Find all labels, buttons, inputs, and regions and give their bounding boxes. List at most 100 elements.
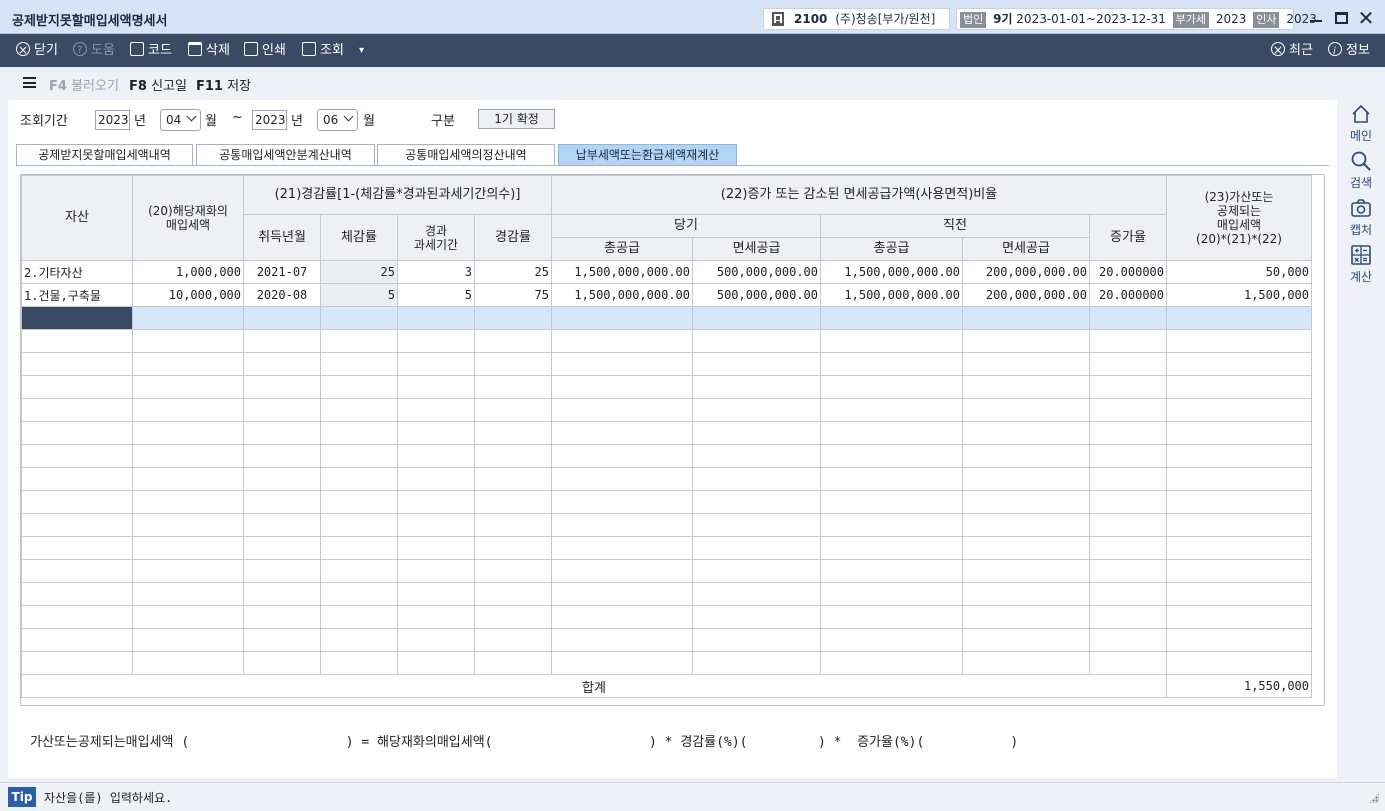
empty-cell[interactable] xyxy=(243,536,321,560)
cell-cur-exempt[interactable]: 500,000,000.00 xyxy=(692,283,821,307)
selected-empty-row[interactable] xyxy=(21,306,1312,330)
help-button[interactable]: 도움 xyxy=(73,34,115,67)
tab-recalculation[interactable]: 납부세액또는환급세액재계산 xyxy=(558,144,737,166)
empty-cell[interactable] xyxy=(243,559,321,583)
empty-cell[interactable] xyxy=(692,605,821,629)
empty-cell[interactable] xyxy=(21,421,133,445)
table-row[interactable]: 1.건물,구축물 10,000,000 2020-08 5 5 75 1,500,000,0… xyxy=(21,283,1312,307)
empty-cell[interactable] xyxy=(1166,513,1312,537)
empty-cell[interactable] xyxy=(21,306,133,330)
empty-cell[interactable] xyxy=(551,398,693,422)
empty-cell[interactable] xyxy=(320,467,398,491)
empty-cell[interactable] xyxy=(397,582,475,606)
empty-cell[interactable] xyxy=(820,329,963,353)
cell-prev-exempt[interactable]: 200,000,000.00 xyxy=(962,283,1090,307)
empty-cell[interactable] xyxy=(397,651,475,675)
empty-cell[interactable] xyxy=(243,352,321,376)
empty-cell[interactable] xyxy=(551,421,693,445)
empty-row[interactable] xyxy=(21,651,1312,675)
cell-increase-rate[interactable]: 20.000000 xyxy=(1089,283,1167,307)
empty-cell[interactable] xyxy=(551,352,693,376)
sidebar-home[interactable]: 메인 xyxy=(1337,103,1385,144)
empty-cell[interactable] xyxy=(320,398,398,422)
more-dropdown[interactable]: ▾ xyxy=(359,34,364,67)
empty-cell[interactable] xyxy=(1089,651,1167,675)
empty-cell[interactable] xyxy=(1166,582,1312,606)
empty-cell[interactable] xyxy=(132,398,244,422)
empty-cell[interactable] xyxy=(243,628,321,652)
empty-cell[interactable] xyxy=(320,536,398,560)
from-month-select[interactable]: 04 xyxy=(160,109,201,131)
empty-cell[interactable] xyxy=(820,651,963,675)
empty-cell[interactable] xyxy=(551,651,693,675)
empty-cell[interactable] xyxy=(474,536,552,560)
cell-purchase-tax[interactable]: 10,000,000 xyxy=(132,283,244,307)
empty-cell[interactable] xyxy=(820,628,963,652)
empty-cell[interactable] xyxy=(132,352,244,376)
tab-common-settlement[interactable]: 공통매입세액의정산내역 xyxy=(377,144,555,166)
empty-cell[interactable] xyxy=(1089,398,1167,422)
empty-cell[interactable] xyxy=(243,467,321,491)
empty-cell[interactable] xyxy=(962,421,1090,445)
empty-cell[interactable] xyxy=(397,559,475,583)
empty-row[interactable] xyxy=(21,559,1312,583)
empty-cell[interactable] xyxy=(132,605,244,629)
empty-cell[interactable] xyxy=(397,444,475,468)
empty-cell[interactable] xyxy=(1089,628,1167,652)
f8-report-date-button[interactable]: F8 신고일 xyxy=(129,75,187,94)
cell-purchase-tax[interactable]: 1,000,000 xyxy=(132,260,244,284)
empty-row[interactable] xyxy=(21,421,1312,445)
info-button[interactable]: i 정보 xyxy=(1328,34,1370,67)
empty-cell[interactable] xyxy=(474,605,552,629)
empty-cell[interactable] xyxy=(820,467,963,491)
empty-cell[interactable] xyxy=(21,536,133,560)
empty-cell[interactable] xyxy=(551,490,693,514)
empty-cell[interactable] xyxy=(243,375,321,399)
empty-cell[interactable] xyxy=(132,513,244,537)
empty-cell[interactable] xyxy=(692,398,821,422)
cell-cur-total[interactable]: 1,500,000,000.00 xyxy=(551,260,693,284)
empty-cell[interactable] xyxy=(692,559,821,583)
empty-cell[interactable] xyxy=(397,605,475,629)
empty-cell[interactable] xyxy=(320,421,398,445)
sidebar-capture[interactable]: 캡처 xyxy=(1337,197,1385,238)
cell-depreciation[interactable]: 5 xyxy=(320,283,398,307)
empty-cell[interactable] xyxy=(474,398,552,422)
empty-cell[interactable] xyxy=(962,329,1090,353)
empty-row[interactable] xyxy=(21,582,1312,606)
empty-cell[interactable] xyxy=(1166,536,1312,560)
empty-row[interactable] xyxy=(21,329,1312,353)
empty-cell[interactable] xyxy=(1166,559,1312,583)
empty-cell[interactable] xyxy=(320,628,398,652)
empty-cell[interactable] xyxy=(397,628,475,652)
empty-cell[interactable] xyxy=(474,375,552,399)
empty-cell[interactable] xyxy=(551,467,693,491)
empty-cell[interactable] xyxy=(1089,306,1167,330)
cell-cur-total[interactable]: 1,500,000,000.00 xyxy=(551,283,693,307)
empty-cell[interactable] xyxy=(1089,467,1167,491)
empty-cell[interactable] xyxy=(820,582,963,606)
empty-cell[interactable] xyxy=(1166,421,1312,445)
cell-prev-total[interactable]: 1,500,000,000.00 xyxy=(820,283,963,307)
cell-elapsed[interactable]: 3 xyxy=(397,260,475,284)
empty-cell[interactable] xyxy=(320,559,398,583)
empty-cell[interactable] xyxy=(21,490,133,514)
empty-cell[interactable] xyxy=(962,559,1090,583)
empty-row[interactable] xyxy=(21,444,1312,468)
empty-cell[interactable] xyxy=(962,444,1090,468)
empty-cell[interactable] xyxy=(243,490,321,514)
empty-cell[interactable] xyxy=(1166,490,1312,514)
empty-cell[interactable] xyxy=(820,605,963,629)
empty-cell[interactable] xyxy=(1166,628,1312,652)
empty-cell[interactable] xyxy=(551,375,693,399)
empty-cell[interactable] xyxy=(21,329,133,353)
empty-cell[interactable] xyxy=(132,421,244,445)
cell-asset[interactable]: 1.건물,구축물 xyxy=(21,283,133,307)
empty-cell[interactable] xyxy=(320,605,398,629)
empty-cell[interactable] xyxy=(962,605,1090,629)
company-selector[interactable]: 2100 (주)청송[부가/원천] xyxy=(763,8,950,30)
empty-cell[interactable] xyxy=(820,490,963,514)
empty-row[interactable] xyxy=(21,375,1312,399)
empty-cell[interactable] xyxy=(320,582,398,606)
empty-cell[interactable] xyxy=(962,398,1090,422)
